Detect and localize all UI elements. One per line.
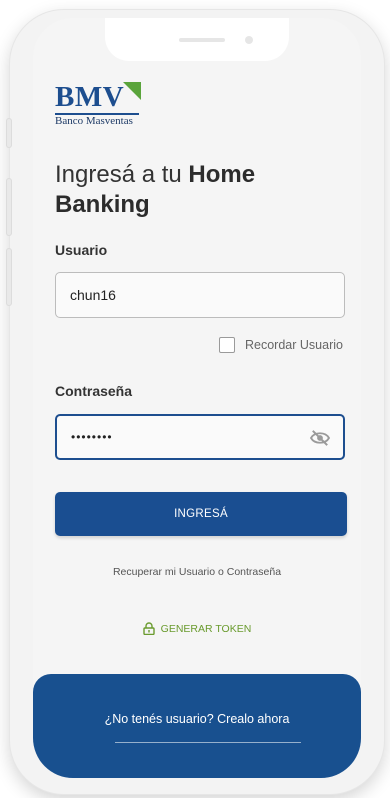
password-value: •••••••• — [71, 430, 113, 444]
bank-logo: BMV Banco Masventas — [55, 81, 155, 130]
logo-subtitle: Banco Masventas — [55, 115, 133, 127]
speaker-icon — [179, 38, 225, 42]
remember-checkbox[interactable] — [219, 337, 235, 353]
phone-side-button — [6, 118, 12, 148]
lock-icon — [142, 622, 155, 635]
home-indicator — [115, 742, 301, 743]
remember-user-toggle[interactable]: Recordar Usuario — [219, 337, 343, 353]
title-regular: Ingresá a tu — [55, 161, 189, 188]
token-label: GENERAR TOKEN — [160, 622, 252, 635]
remember-label: Recordar Usuario — [245, 338, 343, 352]
signup-panel: ¿No tenés usuario? Crealo ahora — [33, 674, 361, 778]
title-bold-banking: Banking — [55, 191, 150, 218]
camera-icon — [245, 36, 253, 44]
signup-link[interactable]: ¿No tenés usuario? Crealo ahora — [33, 712, 361, 726]
username-field[interactable]: chun16 — [55, 272, 345, 318]
generate-token-link[interactable]: GENERAR TOKEN — [33, 622, 361, 635]
phone-volume-down — [6, 248, 12, 306]
phone-volume-up — [6, 178, 12, 236]
logo-text: BMV — [55, 81, 125, 113]
eye-off-icon[interactable] — [309, 429, 331, 447]
login-button[interactable]: INGRESÁ — [55, 492, 347, 536]
username-label: Usuario — [55, 242, 108, 258]
recover-credentials-link[interactable]: Recuperar mi Usuario o Contraseña — [33, 566, 361, 578]
password-field[interactable]: •••••••• — [55, 414, 345, 460]
phone-notch — [105, 18, 289, 61]
page-title: Ingresá a tu Home Banking — [55, 160, 345, 220]
logo-mark-icon — [123, 82, 141, 100]
password-label: Contraseña — [55, 383, 133, 399]
title-bold-home: Home — [188, 161, 256, 188]
app-screen: BMV Banco Masventas Ingresá a tu Home Ba… — [33, 18, 361, 778]
username-value: chun16 — [70, 287, 116, 303]
